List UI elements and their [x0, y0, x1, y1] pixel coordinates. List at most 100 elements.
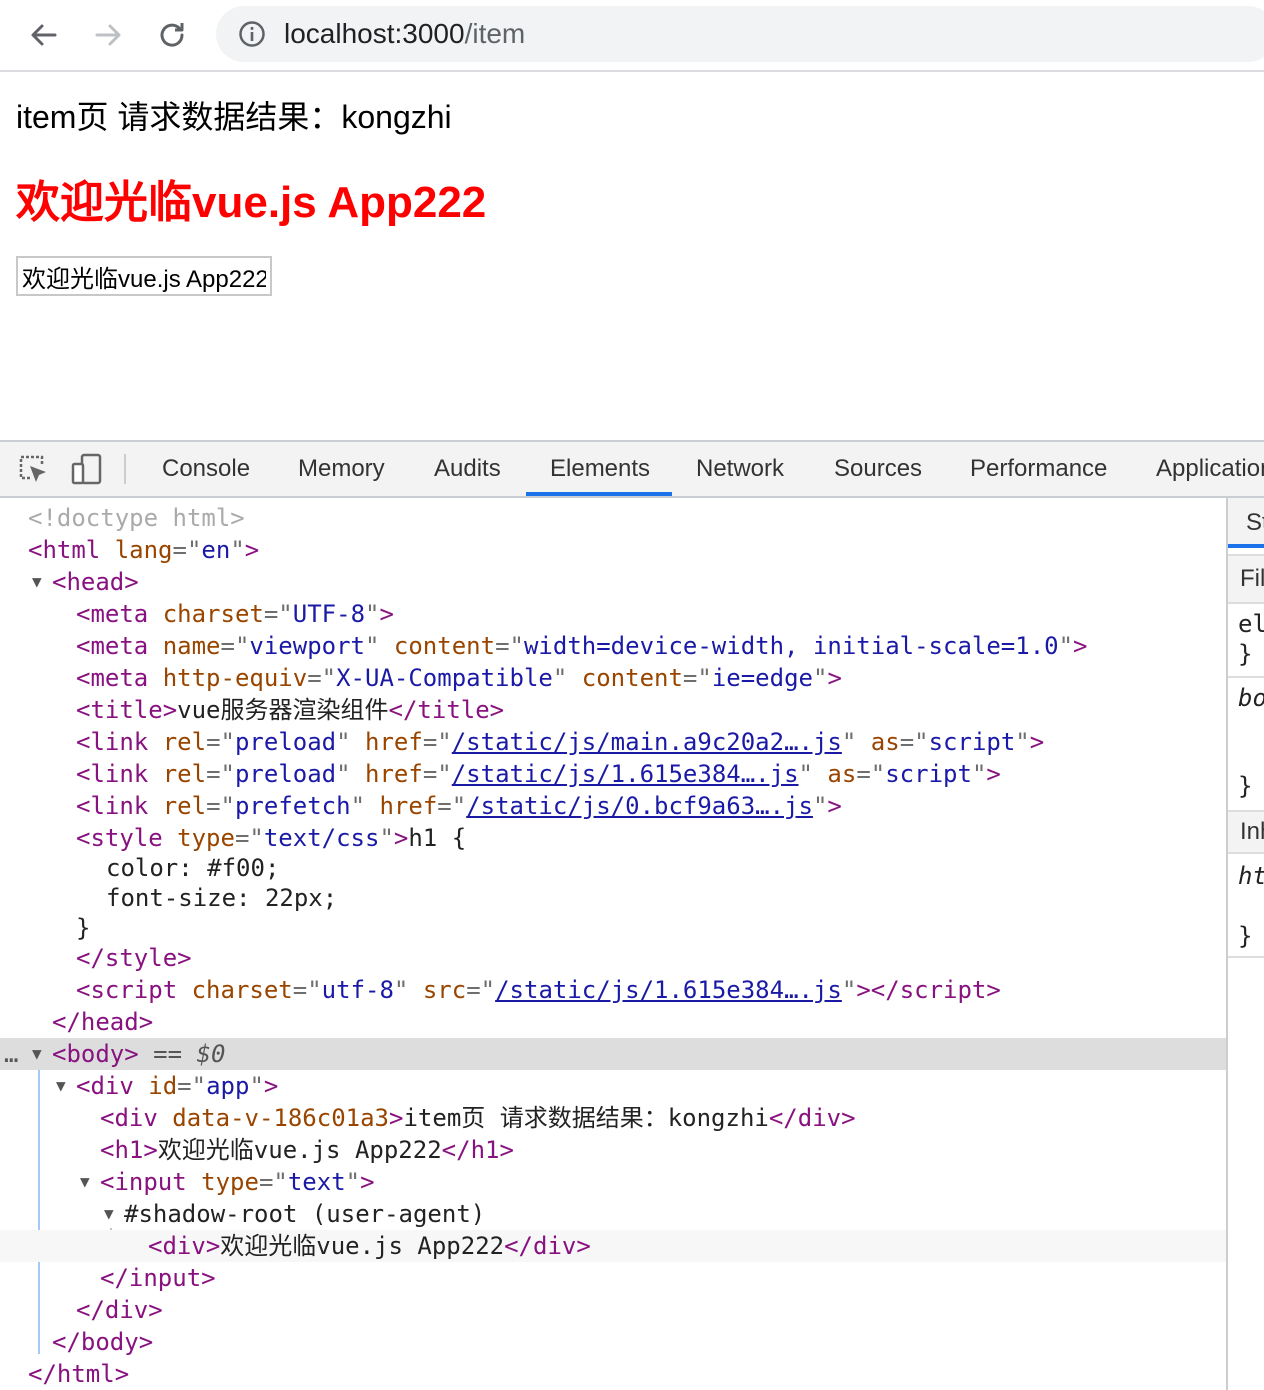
tab-console[interactable]: Console	[138, 442, 274, 496]
dom-node-shadow-root[interactable]: ▼ #shadow-root (user-agent)	[0, 1198, 1226, 1230]
tag-name: h1	[114, 1136, 144, 1164]
dom-node-html-close[interactable]: </html>	[0, 1358, 1226, 1390]
expand-triangle-icon[interactable]: ▼	[32, 566, 42, 598]
dom-node-link[interactable]: <link rel="preload" href="/static/js/1.6…	[0, 758, 1226, 790]
reload-button[interactable]	[152, 15, 192, 55]
dom-node-doctype[interactable]: <!doctype html>	[0, 502, 1226, 534]
dom-node-meta[interactable]: <meta name="viewport" content="width=dev…	[0, 630, 1226, 662]
attr-name: rel	[162, 760, 207, 788]
css-text: color: #f00;	[106, 854, 280, 882]
resource-link[interactable]: /static/js/0.bcf9a63….js	[466, 792, 813, 820]
tab-styles[interactable]: St	[1228, 498, 1264, 548]
forward-button[interactable]	[88, 15, 128, 55]
dom-node-h1[interactable]: <h1>欢迎光临vue.js App222</h1>	[0, 1134, 1226, 1166]
tab-memory[interactable]: Memory	[274, 442, 409, 496]
device-toolbar-icon[interactable]	[70, 452, 104, 486]
style-rule-selector: el	[1238, 610, 1264, 638]
tag-name: meta	[90, 600, 149, 628]
node-actions-ellipsis[interactable]: …	[4, 1038, 18, 1070]
attr-value: X-UA-Compatible	[336, 664, 553, 692]
address-bar[interactable]: localhost:3000/item	[216, 6, 1264, 62]
dom-node-body[interactable]: … ▼ <body> == $0	[0, 1038, 1226, 1070]
tag-name: title	[417, 696, 490, 724]
attr-value: app	[206, 1072, 250, 1100]
style-rule-close: }	[1238, 640, 1253, 668]
arrow-right-icon	[95, 24, 121, 46]
arrow-left-icon	[31, 24, 57, 46]
tab-elements[interactable]: Elements	[526, 442, 672, 496]
attr-name: content	[581, 664, 683, 692]
page-viewport: item页 请求数据结果：kongzhi 欢迎光临vue.js App222	[0, 72, 1264, 440]
dom-node-head-close[interactable]: </head>	[0, 1006, 1226, 1038]
attr-name: lang	[114, 536, 173, 564]
dom-node-title[interactable]: <title>vue服务器渲染组件</title>	[0, 694, 1226, 726]
expand-triangle-icon[interactable]: ▼	[80, 1166, 90, 1198]
tag-name: div	[797, 1104, 842, 1132]
dom-node-input[interactable]: ▼ <input type="text">	[0, 1166, 1226, 1198]
dom-node-div-app[interactable]: ▼ <div id="app">	[0, 1070, 1226, 1102]
expand-triangle-icon[interactable]: ▼	[104, 1198, 114, 1230]
tab-sources[interactable]: Sources	[810, 442, 946, 496]
tag-name: body	[66, 1040, 125, 1068]
tab-network[interactable]: Network	[672, 442, 808, 496]
attr-name: type	[177, 824, 235, 852]
styles-filter-input[interactable]: Fil	[1228, 554, 1264, 604]
resource-link[interactable]: /static/js/1.615e384….js	[452, 760, 799, 788]
rule-divider	[1228, 676, 1264, 678]
url-path: /item	[464, 18, 526, 49]
tab-audits[interactable]: Audits	[410, 442, 525, 496]
dom-node-link[interactable]: <link rel="prefetch" href="/static/js/0.…	[0, 790, 1226, 822]
attr-name: rel	[162, 792, 207, 820]
dom-node-style[interactable]: <style type="text/css">h1 {	[0, 822, 1226, 854]
dom-node-div-close[interactable]: </div>	[0, 1294, 1226, 1326]
attr-name: charset	[191, 976, 293, 1004]
expand-triangle-icon[interactable]: ▼	[32, 1038, 42, 1070]
back-button[interactable]	[24, 15, 64, 55]
attr-value: text	[287, 1168, 346, 1196]
dom-node-meta[interactable]: <meta http-equiv="X-UA-Compatible" conte…	[0, 662, 1226, 694]
css-text: }	[76, 914, 91, 942]
console-ref: == $0	[153, 1040, 226, 1068]
attr-value: text/css	[263, 824, 380, 852]
attr-name: id	[148, 1072, 178, 1100]
url-text[interactable]: localhost:3000/item	[284, 19, 525, 49]
tab-application[interactable]: Application	[1132, 442, 1264, 496]
tag-name: head	[80, 1008, 139, 1036]
attr-name: href	[365, 760, 423, 788]
text-input[interactable]	[16, 256, 272, 296]
tag-name: title	[90, 696, 163, 724]
resource-link[interactable]: /static/js/main.a9c20a2….js	[452, 728, 842, 756]
expand-triangle-icon[interactable]: ▼	[56, 1070, 66, 1102]
dom-node-div[interactable]: <div data-v-186c01a3>item页 请求数据结果：kongzh…	[0, 1102, 1226, 1134]
tag-name: style	[104, 944, 178, 972]
tag-name: head	[66, 568, 125, 596]
dom-node-script[interactable]: <script charset="utf-8" src="/static/js/…	[0, 974, 1226, 1006]
dom-node-shadow-div[interactable]: <div>欢迎光临vue.js App222</div>	[0, 1230, 1226, 1262]
dom-node-body-close[interactable]: </body>	[0, 1326, 1226, 1358]
browser-toolbar: localhost:3000/item	[0, 0, 1264, 72]
attr-name: http-equiv	[162, 664, 308, 692]
tag-name: link	[90, 760, 149, 788]
text-node: item页 请求数据结果：kongzhi	[403, 1104, 769, 1132]
dom-css-line: color: #f00;	[0, 852, 1226, 884]
page-heading: 欢迎光临vue.js App222	[16, 178, 487, 227]
text-node: 欢迎光临vue.js App222	[157, 1136, 442, 1164]
style-rule-close: }	[1238, 772, 1253, 800]
tab-performance[interactable]: Performance	[946, 442, 1131, 496]
dom-node-meta[interactable]: <meta charset="UTF-8">	[0, 598, 1226, 630]
attr-name: rel	[162, 728, 207, 756]
inspect-element-icon[interactable]	[16, 452, 50, 486]
resource-link[interactable]: /static/js/1.615e384….js	[495, 976, 842, 1004]
dom-node-input-close[interactable]: </input>	[0, 1262, 1226, 1294]
tag-name: input	[114, 1168, 187, 1196]
dom-node-link[interactable]: <link rel="preload" href="/static/js/mai…	[0, 726, 1226, 758]
dom-node-head[interactable]: ▼ <head>	[0, 566, 1226, 598]
info-icon[interactable]	[238, 20, 266, 48]
attr-value: viewport	[249, 632, 365, 660]
dom-node-html[interactable]: <html lang="en">	[0, 534, 1226, 566]
dom-css-line: }	[0, 912, 1226, 944]
style-rule-selector: bo	[1238, 684, 1264, 712]
tag-name: script	[90, 976, 178, 1004]
dom-node-style-close[interactable]: </style>	[0, 942, 1226, 974]
dom-css-line: font-size: 22px;	[0, 882, 1226, 914]
